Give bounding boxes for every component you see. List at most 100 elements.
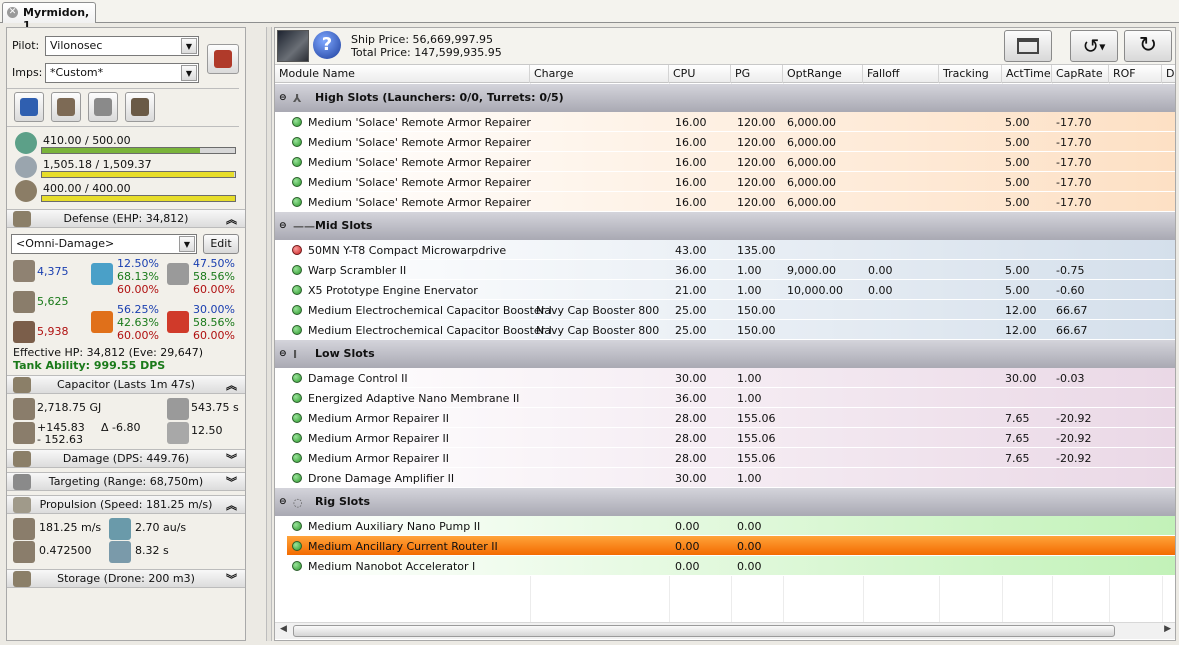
module-state-icon[interactable] [292,521,302,531]
column-header[interactable]: Charge [530,65,669,83]
pilot-select[interactable]: Vilonosec ▼ [45,36,199,56]
fighters-button[interactable] [88,92,118,122]
help-icon[interactable]: ? [313,31,341,59]
module-cpu: 30.00 [675,472,707,485]
module-row[interactable]: Medium Armor Repairer II 28.00 155.06 7.65 -… [287,448,1175,468]
column-header[interactable]: PG [731,65,783,83]
slot-group-title: Mid Slots [315,219,373,232]
ship-render-icon[interactable] [277,30,309,62]
module-row[interactable]: Medium 'Solace' Remote Armor Repairer 16.… [287,132,1175,152]
powergrid-text: 1,505.18 / 1,509.37 [43,158,152,171]
slot-group-header[interactable]: ⊖ —— Mid Slots [275,212,1175,240]
slot-group-header[interactable]: ⊖ ⅄ High Slots (Launchers: 0/0, Turrets: 0… [275,84,1175,112]
column-header[interactable]: Module Name [275,65,530,83]
column-header[interactable]: OptRange [783,65,863,83]
collapse-icon[interactable]: ⊖ [279,497,287,507]
pilot-value: Vilonosec [50,39,103,52]
module-name: Medium 'Solace' Remote Armor Repairer [308,156,531,169]
slot-group-header[interactable]: ⊖ I Low Slots [275,340,1175,368]
collapse-icon[interactable]: ⊖ [279,93,287,103]
module-row[interactable]: Drone Damage Amplifier II 30.00 1.00 [287,468,1175,488]
column-header[interactable]: ActTime [1002,65,1052,83]
module-row[interactable]: Medium Nanobot Accelerator I 0.00 0.00 [287,556,1175,576]
module-row[interactable]: Medium Armor Repairer II 28.00 155.06 7.65 -… [287,428,1175,448]
column-header[interactable]: Falloff [863,65,939,83]
module-row[interactable]: Medium Electrochemical Capacitor Booster… [287,320,1175,340]
damage-profile-select[interactable]: <Omni-Damage> ▼ [11,234,197,254]
module-caprate: -20.92 [1056,452,1092,465]
module-row[interactable]: Medium Armor Repairer II 28.00 155.06 7.65 -… [287,408,1175,428]
propulsion-header[interactable]: Propulsion (Speed: 181.25 m/s) ︽ [7,495,245,514]
module-state-icon[interactable] [292,561,302,571]
module-state-icon[interactable] [292,433,302,443]
slot-group-header[interactable]: ⊖ ◌ Rig Slots [275,488,1175,516]
module-row[interactable]: 50MN Y-T8 Compact Microwarpdrive 43.00 135… [287,240,1175,260]
collapse-icon[interactable]: ⊖ [279,221,287,231]
undo-button[interactable]: ↺▼ [1070,30,1118,62]
module-row[interactable]: Medium Auxiliary Nano Pump II 0.00 0.00 [287,516,1175,536]
implants-select[interactable]: *Custom* ▼ [45,63,199,83]
column-header[interactable]: CPU [669,65,731,83]
module-state-icon[interactable] [292,245,302,255]
module-cpu: 16.00 [675,196,707,209]
module-row[interactable]: Warp Scrambler II 36.00 1.00 9,000.00 0.00 5.… [287,260,1175,280]
module-state-icon[interactable] [292,197,302,207]
ship-overview-button[interactable] [14,92,44,122]
module-state-icon[interactable] [292,157,302,167]
column-header[interactable]: Tracking [939,65,1002,83]
module-row[interactable]: Damage Control II 30.00 1.00 30.00 -0.03 [287,368,1175,388]
module-state-icon[interactable] [292,137,302,147]
fit-tab[interactable]: ✕ Myrmidon, 1 [2,2,96,32]
module-state-icon[interactable] [292,325,302,335]
module-pg: 0.00 [737,560,762,573]
storage-header[interactable]: Storage (Drone: 200 m3) ︾ [7,569,245,588]
module-state-icon[interactable] [292,285,302,295]
module-pg: 155.06 [737,432,776,445]
drones-button[interactable] [51,92,81,122]
module-cpu: 28.00 [675,432,707,445]
module-row[interactable]: Energized Adaptive Nano Membrane II 36.00… [287,388,1175,408]
tab-strip: ✕ Myrmidon, 1 [0,0,1179,32]
module-state-icon[interactable] [292,473,302,483]
column-header[interactable]: ROF [1109,65,1162,83]
capacitor-header[interactable]: Capacitor (Lasts 1m 47s) ︽ [7,375,245,394]
module-row[interactable]: Medium Ancillary Current Router II 0.00 0.… [287,536,1175,556]
collapse-icon[interactable]: ⊖ [279,349,287,359]
scroll-right-icon[interactable]: ▶ [1164,624,1171,634]
module-state-icon[interactable] [292,265,302,275]
module-state-icon[interactable] [292,453,302,463]
implants-button[interactable] [125,92,155,122]
module-row[interactable]: Medium 'Solace' Remote Armor Repairer 16.… [287,112,1175,132]
module-row[interactable]: Medium 'Solace' Remote Armor Repairer 16.… [287,172,1175,192]
defense-header[interactable]: Defense (EHP: 34,812) ︽ [7,209,245,228]
module-state-icon[interactable] [292,393,302,403]
module-state-icon[interactable] [292,305,302,315]
module-row[interactable]: X5 Prototype Engine Enervator 21.00 1.00 10… [287,280,1175,300]
column-header[interactable]: D [1162,65,1175,83]
scroll-left-icon[interactable]: ◀ [280,624,287,634]
panel-splitter[interactable] [266,27,272,641]
drone-icon [57,98,75,116]
module-row[interactable]: Medium 'Solace' Remote Armor Repairer 16.… [287,152,1175,172]
scroll-thumb[interactable] [293,625,1115,637]
character-button[interactable] [207,44,239,74]
res2-b: 42.63% [117,316,159,329]
column-header[interactable]: CapRate [1052,65,1109,83]
expand-icon: ︾ [226,453,237,466]
edit-profile-button[interactable]: Edit [203,234,239,254]
targeting-header[interactable]: Targeting (Range: 68,750m) ︾ [7,472,245,491]
close-tab-icon[interactable]: ✕ [7,7,18,18]
damage-header[interactable]: Damage (DPS: 449.76) ︾ [7,449,245,468]
module-cpu: 28.00 [675,452,707,465]
redo-button[interactable]: ↻ [1124,30,1172,62]
horizontal-scrollbar[interactable]: ◀ ▶ [275,622,1175,639]
module-acttime: 5.00 [1005,136,1030,149]
module-state-icon[interactable] [292,117,302,127]
module-state-icon[interactable] [292,413,302,423]
window-layout-button[interactable] [1004,30,1052,62]
module-state-icon[interactable] [292,373,302,383]
module-row[interactable]: Medium 'Solace' Remote Armor Repairer 16.… [287,192,1175,212]
module-state-icon[interactable] [292,541,302,551]
module-row[interactable]: Medium Electrochemical Capacitor Booster… [287,300,1175,320]
module-state-icon[interactable] [292,177,302,187]
